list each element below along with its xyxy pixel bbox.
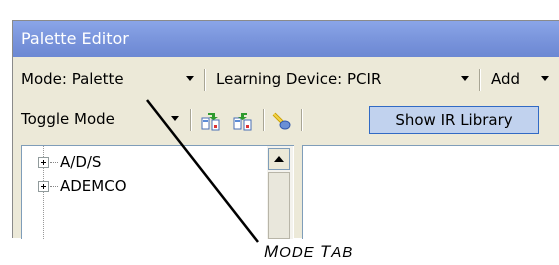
mode-tab-callout: MODE TAB <box>264 242 354 261</box>
callout-pointer-line <box>146 99 259 243</box>
